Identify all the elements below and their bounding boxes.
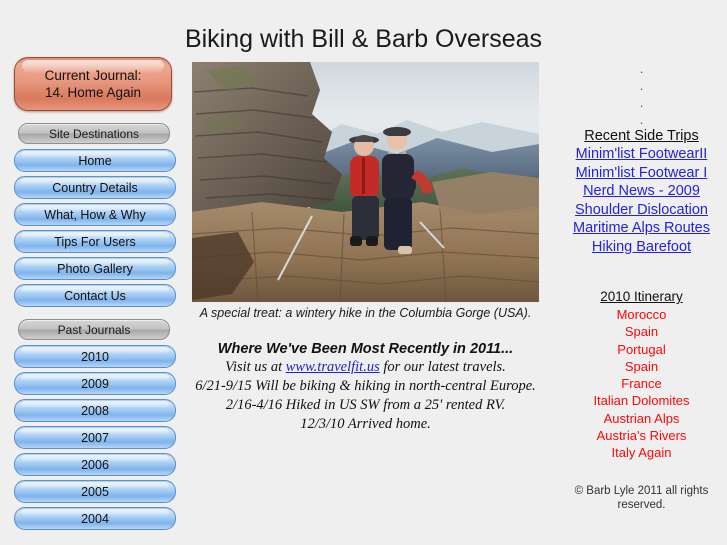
sidebar-item-label: 2005: [81, 484, 109, 499]
recent-line-1: Visit us at www.travelfit.us for our lat…: [192, 358, 539, 376]
sidebar-item-2007[interactable]: 2007: [14, 426, 176, 449]
recent-line-1-after: for our latest travels.: [379, 359, 506, 375]
itinerary-item-spain-1: Spain: [624, 324, 659, 340]
recent-line-4: 12/3/10 Arrived home.: [300, 416, 431, 432]
sidebar-item-2005[interactable]: 2005: [14, 480, 176, 503]
copyright-text: © Barb Lyle 2011 all rights reserved.: [574, 484, 709, 511]
spacer-dot: .: [639, 112, 644, 127]
itinerary-heading: 2010 Itinerary: [600, 289, 683, 304]
sidebar-item-label: 2009: [81, 376, 109, 391]
itinerary-item-spain-2: Spain: [624, 358, 659, 374]
page-title: Biking with Bill & Barb Overseas: [184, 24, 543, 53]
itinerary-item-austrias-rivers: Austria's Rivers: [596, 428, 687, 444]
recent-heading: Where We've Been Most Recently in 2011..…: [217, 341, 514, 357]
left-sidebar: Current Journal: 14. Home Again Site Des…: [14, 57, 176, 534]
nav-header-site-destinations: Site Destinations: [18, 123, 170, 144]
sidebar-item-2008[interactable]: 2008: [14, 399, 176, 422]
sidebar-item-country-details[interactable]: Country Details: [14, 176, 176, 199]
sidebar-item-label: 2008: [81, 403, 109, 418]
current-journal-line2: 14. Home Again: [44, 85, 142, 100]
sidebar-item-2010[interactable]: 2010: [14, 345, 176, 368]
main-content: A special treat: a wintery hike in the C…: [192, 62, 539, 433]
sidebar-item-label: 2004: [81, 511, 109, 526]
itinerary-item-france: France: [621, 376, 662, 392]
recent-line-1-before: Visit us at: [225, 359, 286, 375]
travelfit-link[interactable]: www.travelfit.us: [286, 359, 380, 375]
itinerary-block: 2010 Itinerary Morocco Spain Portugal Sp…: [556, 289, 727, 462]
sidebar-item-label: What, How & Why: [44, 207, 146, 222]
itinerary-item-morocco: Morocco: [616, 307, 667, 322]
photo-caption: A special treat: a wintery hike in the C…: [199, 306, 532, 320]
sidebar-item-label: Home: [78, 153, 112, 168]
itinerary-item-austrian-alps: Austrian Alps: [603, 410, 680, 426]
recent-line-2: 6/21-9/15 Will be biking & hiking in nor…: [195, 378, 536, 394]
itinerary-item-portugal: Portugal: [617, 341, 666, 357]
spacer-dot: .: [639, 95, 644, 110]
sidebar-item-2006[interactable]: 2006: [14, 453, 176, 476]
right-sidebar: . . . . Recent Side Trips Minim'list Foo…: [556, 60, 727, 512]
sidebar-item-label: 2006: [81, 457, 109, 472]
side-trip-link-minimlist-footwear-2[interactable]: Minim'list FootwearII: [556, 145, 727, 164]
side-trip-link-minimlist-footwear-1[interactable]: Minim'list Footwear I: [556, 164, 727, 183]
sidebar-item-tips-for-users[interactable]: Tips For Users: [14, 230, 176, 253]
sidebar-item-label: Country Details: [52, 180, 138, 195]
nav-group-site-destinations: Site Destinations Home Country Details W…: [14, 123, 176, 307]
side-trips-heading: Recent Side Trips: [584, 128, 699, 144]
side-trip-link-shoulder-dislocation[interactable]: Shoulder Dislocation: [556, 201, 727, 220]
sidebar-item-label: Photo Gallery: [57, 261, 133, 276]
itinerary-item-italy-again: Italy Again: [611, 445, 672, 461]
side-trip-link-maritime-alps-routes[interactable]: Maritime Alps Routes: [556, 219, 727, 238]
sidebar-item-photo-gallery[interactable]: Photo Gallery: [14, 257, 176, 280]
sidebar-item-2009[interactable]: 2009: [14, 372, 176, 395]
recent-line-3: 2/16-4/16 Hiked in US SW from a 25' rent…: [225, 397, 506, 413]
nav-header-past-journals: Past Journals: [18, 319, 170, 340]
sidebar-item-label: 2010: [81, 349, 109, 364]
spacer-dot: .: [639, 61, 644, 76]
main-photo: [192, 62, 539, 302]
sidebar-item-label: Contact Us: [64, 288, 126, 303]
itinerary-item-italian-dolomites: Italian Dolomites: [593, 393, 690, 409]
side-trip-link-hiking-barefoot[interactable]: Hiking Barefoot: [556, 238, 727, 257]
current-journal-line1: Current Journal:: [44, 68, 142, 83]
sidebar-item-2004[interactable]: 2004: [14, 507, 176, 530]
side-trip-link-nerd-news-2009[interactable]: Nerd News - 2009: [556, 182, 727, 201]
sidebar-item-label: Tips For Users: [54, 234, 136, 249]
sidebar-item-label: 2007: [81, 430, 109, 445]
sidebar-item-contact-us[interactable]: Contact Us: [14, 284, 176, 307]
nav-group-past-journals: Past Journals 2010 2009 2008 2007 2006 2…: [14, 319, 176, 530]
sidebar-item-home[interactable]: Home: [14, 149, 176, 172]
current-journal-button[interactable]: Current Journal: 14. Home Again: [14, 57, 172, 111]
sidebar-item-what-how-why[interactable]: What, How & Why: [14, 203, 176, 226]
spacer-dot: .: [639, 78, 644, 93]
